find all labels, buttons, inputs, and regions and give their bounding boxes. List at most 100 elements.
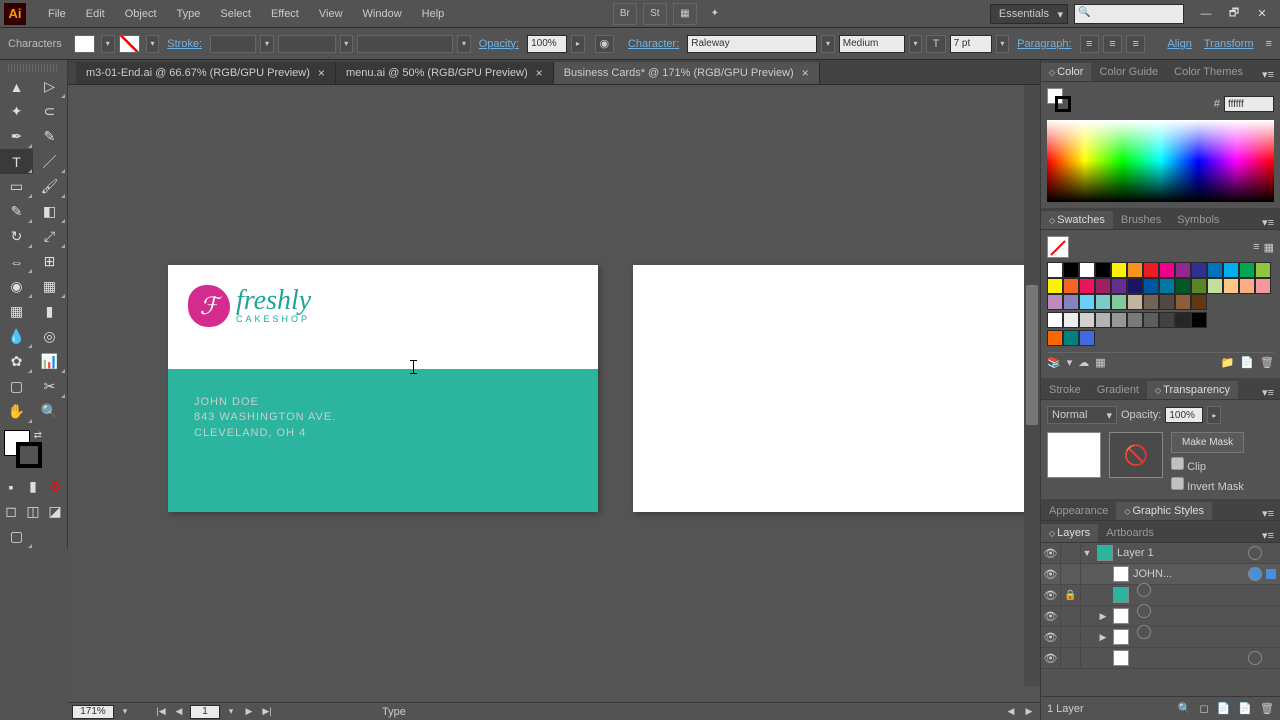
- panel-menu-icon[interactable]: ▾≡: [1256, 216, 1280, 229]
- close-tab-icon[interactable]: ×: [536, 66, 543, 80]
- swatch[interactable]: [1239, 262, 1255, 278]
- color-mode-icon[interactable]: ▪: [0, 474, 22, 499]
- swatch[interactable]: [1159, 294, 1175, 310]
- new-swatch-icon[interactable]: 📄: [1240, 356, 1254, 369]
- draw-normal-icon[interactable]: ◻: [0, 499, 22, 524]
- swatch[interactable]: [1079, 312, 1095, 328]
- layer-row[interactable]: 👁: [1041, 648, 1280, 669]
- eraser-tool[interactable]: ◧: [33, 199, 66, 224]
- swatch[interactable]: [1095, 294, 1111, 310]
- rotate-tool[interactable]: ↻: [0, 224, 33, 249]
- swatch[interactable]: [1079, 330, 1095, 346]
- swatch[interactable]: [1191, 294, 1207, 310]
- stroke-weight-dd[interactable]: [210, 35, 256, 53]
- swatch-list-icon[interactable]: ≡: [1253, 241, 1259, 253]
- align-center-icon[interactable]: ≡: [1103, 35, 1122, 53]
- swatch[interactable]: [1255, 262, 1271, 278]
- swatch-grid-icon[interactable]: ▦: [1264, 241, 1274, 254]
- fill-swatch[interactable]: [74, 35, 95, 53]
- shaper-tool[interactable]: ✎: [0, 199, 33, 224]
- target-icon[interactable]: [1137, 583, 1151, 597]
- swatch[interactable]: [1079, 262, 1095, 278]
- zoom-tool[interactable]: 🔍: [33, 399, 66, 424]
- panel-tab-symbols[interactable]: Symbols: [1169, 211, 1227, 229]
- panel-tab-stroke[interactable]: Stroke: [1041, 381, 1089, 399]
- swatch[interactable]: [1079, 294, 1095, 310]
- swatch[interactable]: [1207, 278, 1223, 294]
- maximize-button[interactable]: 🗗: [1220, 5, 1248, 23]
- panel-tab-color-themes[interactable]: Color Themes: [1166, 63, 1251, 81]
- width-tool[interactable]: ⇔: [0, 249, 33, 274]
- align-right-icon[interactable]: ≡: [1126, 35, 1145, 53]
- swatch[interactable]: [1063, 278, 1079, 294]
- scale-tool[interactable]: ⤢: [33, 224, 66, 249]
- swatch[interactable]: [1191, 262, 1207, 278]
- color-spectrum[interactable]: [1047, 120, 1274, 202]
- swatch[interactable]: [1143, 312, 1159, 328]
- close-button[interactable]: ✕: [1248, 5, 1276, 23]
- minimize-button[interactable]: —: [1192, 5, 1220, 23]
- swatch[interactable]: [1191, 278, 1207, 294]
- swatch[interactable]: [1079, 278, 1095, 294]
- shape-builder-tool[interactable]: ◉: [0, 274, 33, 299]
- document-tab[interactable]: Business Cards* @ 171% (RGB/GPU Preview)…: [554, 62, 820, 84]
- gradient-tool[interactable]: ▮: [33, 299, 66, 324]
- swatch[interactable]: [1175, 262, 1191, 278]
- panel-tab-color-guide[interactable]: Color Guide: [1091, 63, 1166, 81]
- brush-dd[interactable]: [357, 35, 453, 53]
- locate-icon[interactable]: 🔍: [1178, 702, 1192, 715]
- layer-opacity-input[interactable]: [1165, 407, 1203, 423]
- swatch[interactable]: [1175, 294, 1191, 310]
- swatch[interactable]: [1127, 294, 1143, 310]
- mesh-tool[interactable]: ▦: [0, 299, 33, 324]
- swatch[interactable]: [1239, 278, 1255, 294]
- panel-menu-icon[interactable]: ▾≡: [1256, 507, 1280, 520]
- stroke-link[interactable]: Stroke:: [163, 38, 206, 50]
- swatch[interactable]: [1207, 262, 1223, 278]
- target-icon[interactable]: [1248, 651, 1262, 665]
- swatch[interactable]: [1255, 278, 1271, 294]
- card-text[interactable]: JOHN DOE 843 WASHINGTON AVE. CLEVELAND, …: [194, 395, 336, 441]
- opacity-link[interactable]: Opacity:: [475, 38, 523, 50]
- swatch[interactable]: [1095, 312, 1111, 328]
- draw-inside-icon[interactable]: ◪: [44, 499, 66, 524]
- swatch[interactable]: [1143, 262, 1159, 278]
- stroke-dd[interactable]: ▾: [146, 35, 160, 53]
- swatch[interactable]: [1175, 312, 1191, 328]
- menu-view[interactable]: View: [309, 1, 353, 27]
- panel-tab-transparency[interactable]: ◇Transparency: [1147, 381, 1238, 399]
- menu-edit[interactable]: Edit: [76, 1, 115, 27]
- target-icon[interactable]: [1248, 567, 1262, 581]
- menu-file[interactable]: File: [38, 1, 76, 27]
- font-style-input[interactable]: [839, 35, 905, 53]
- swatch[interactable]: [1095, 278, 1111, 294]
- line-tool[interactable]: ／: [33, 149, 66, 174]
- swatch[interactable]: [1047, 294, 1063, 310]
- swatch[interactable]: [1143, 278, 1159, 294]
- prev-artboard-icon[interactable]: ◀: [172, 705, 186, 719]
- hex-input[interactable]: [1224, 96, 1274, 112]
- panel-tab-appearance[interactable]: Appearance: [1041, 502, 1116, 520]
- new-sublayer-icon[interactable]: 📄: [1217, 702, 1231, 715]
- document-tab[interactable]: menu.ai @ 50% (RGB/GPU Preview)×: [336, 62, 554, 84]
- curvature-tool[interactable]: ✎: [33, 124, 66, 149]
- menu-window[interactable]: Window: [353, 1, 412, 27]
- swatch[interactable]: [1111, 312, 1127, 328]
- swatch[interactable]: [1063, 294, 1079, 310]
- panel-tab-color[interactable]: ◇Color: [1041, 63, 1091, 81]
- visibility-icon[interactable]: 👁: [1041, 627, 1061, 647]
- paintbrush-tool[interactable]: 🖌: [33, 174, 66, 199]
- font-size-input[interactable]: [950, 35, 992, 53]
- panel-menu-icon[interactable]: ≡: [1266, 38, 1272, 50]
- swatch[interactable]: [1111, 278, 1127, 294]
- new-layer-icon[interactable]: 📄: [1238, 702, 1252, 715]
- rectangle-tool[interactable]: ▭: [0, 174, 33, 199]
- visibility-icon[interactable]: 👁: [1041, 648, 1061, 668]
- panel-tab-swatches[interactable]: ◇Swatches: [1041, 211, 1113, 229]
- perspective-tool[interactable]: ▦: [33, 274, 66, 299]
- menu-effect[interactable]: Effect: [261, 1, 309, 27]
- panel-menu-icon[interactable]: ▾≡: [1256, 68, 1280, 81]
- delete-swatch-icon[interactable]: 🗑: [1260, 356, 1274, 369]
- document-tab[interactable]: m3-01-End.ai @ 66.67% (RGB/GPU Preview)×: [76, 62, 336, 84]
- menu-help[interactable]: Help: [412, 1, 455, 27]
